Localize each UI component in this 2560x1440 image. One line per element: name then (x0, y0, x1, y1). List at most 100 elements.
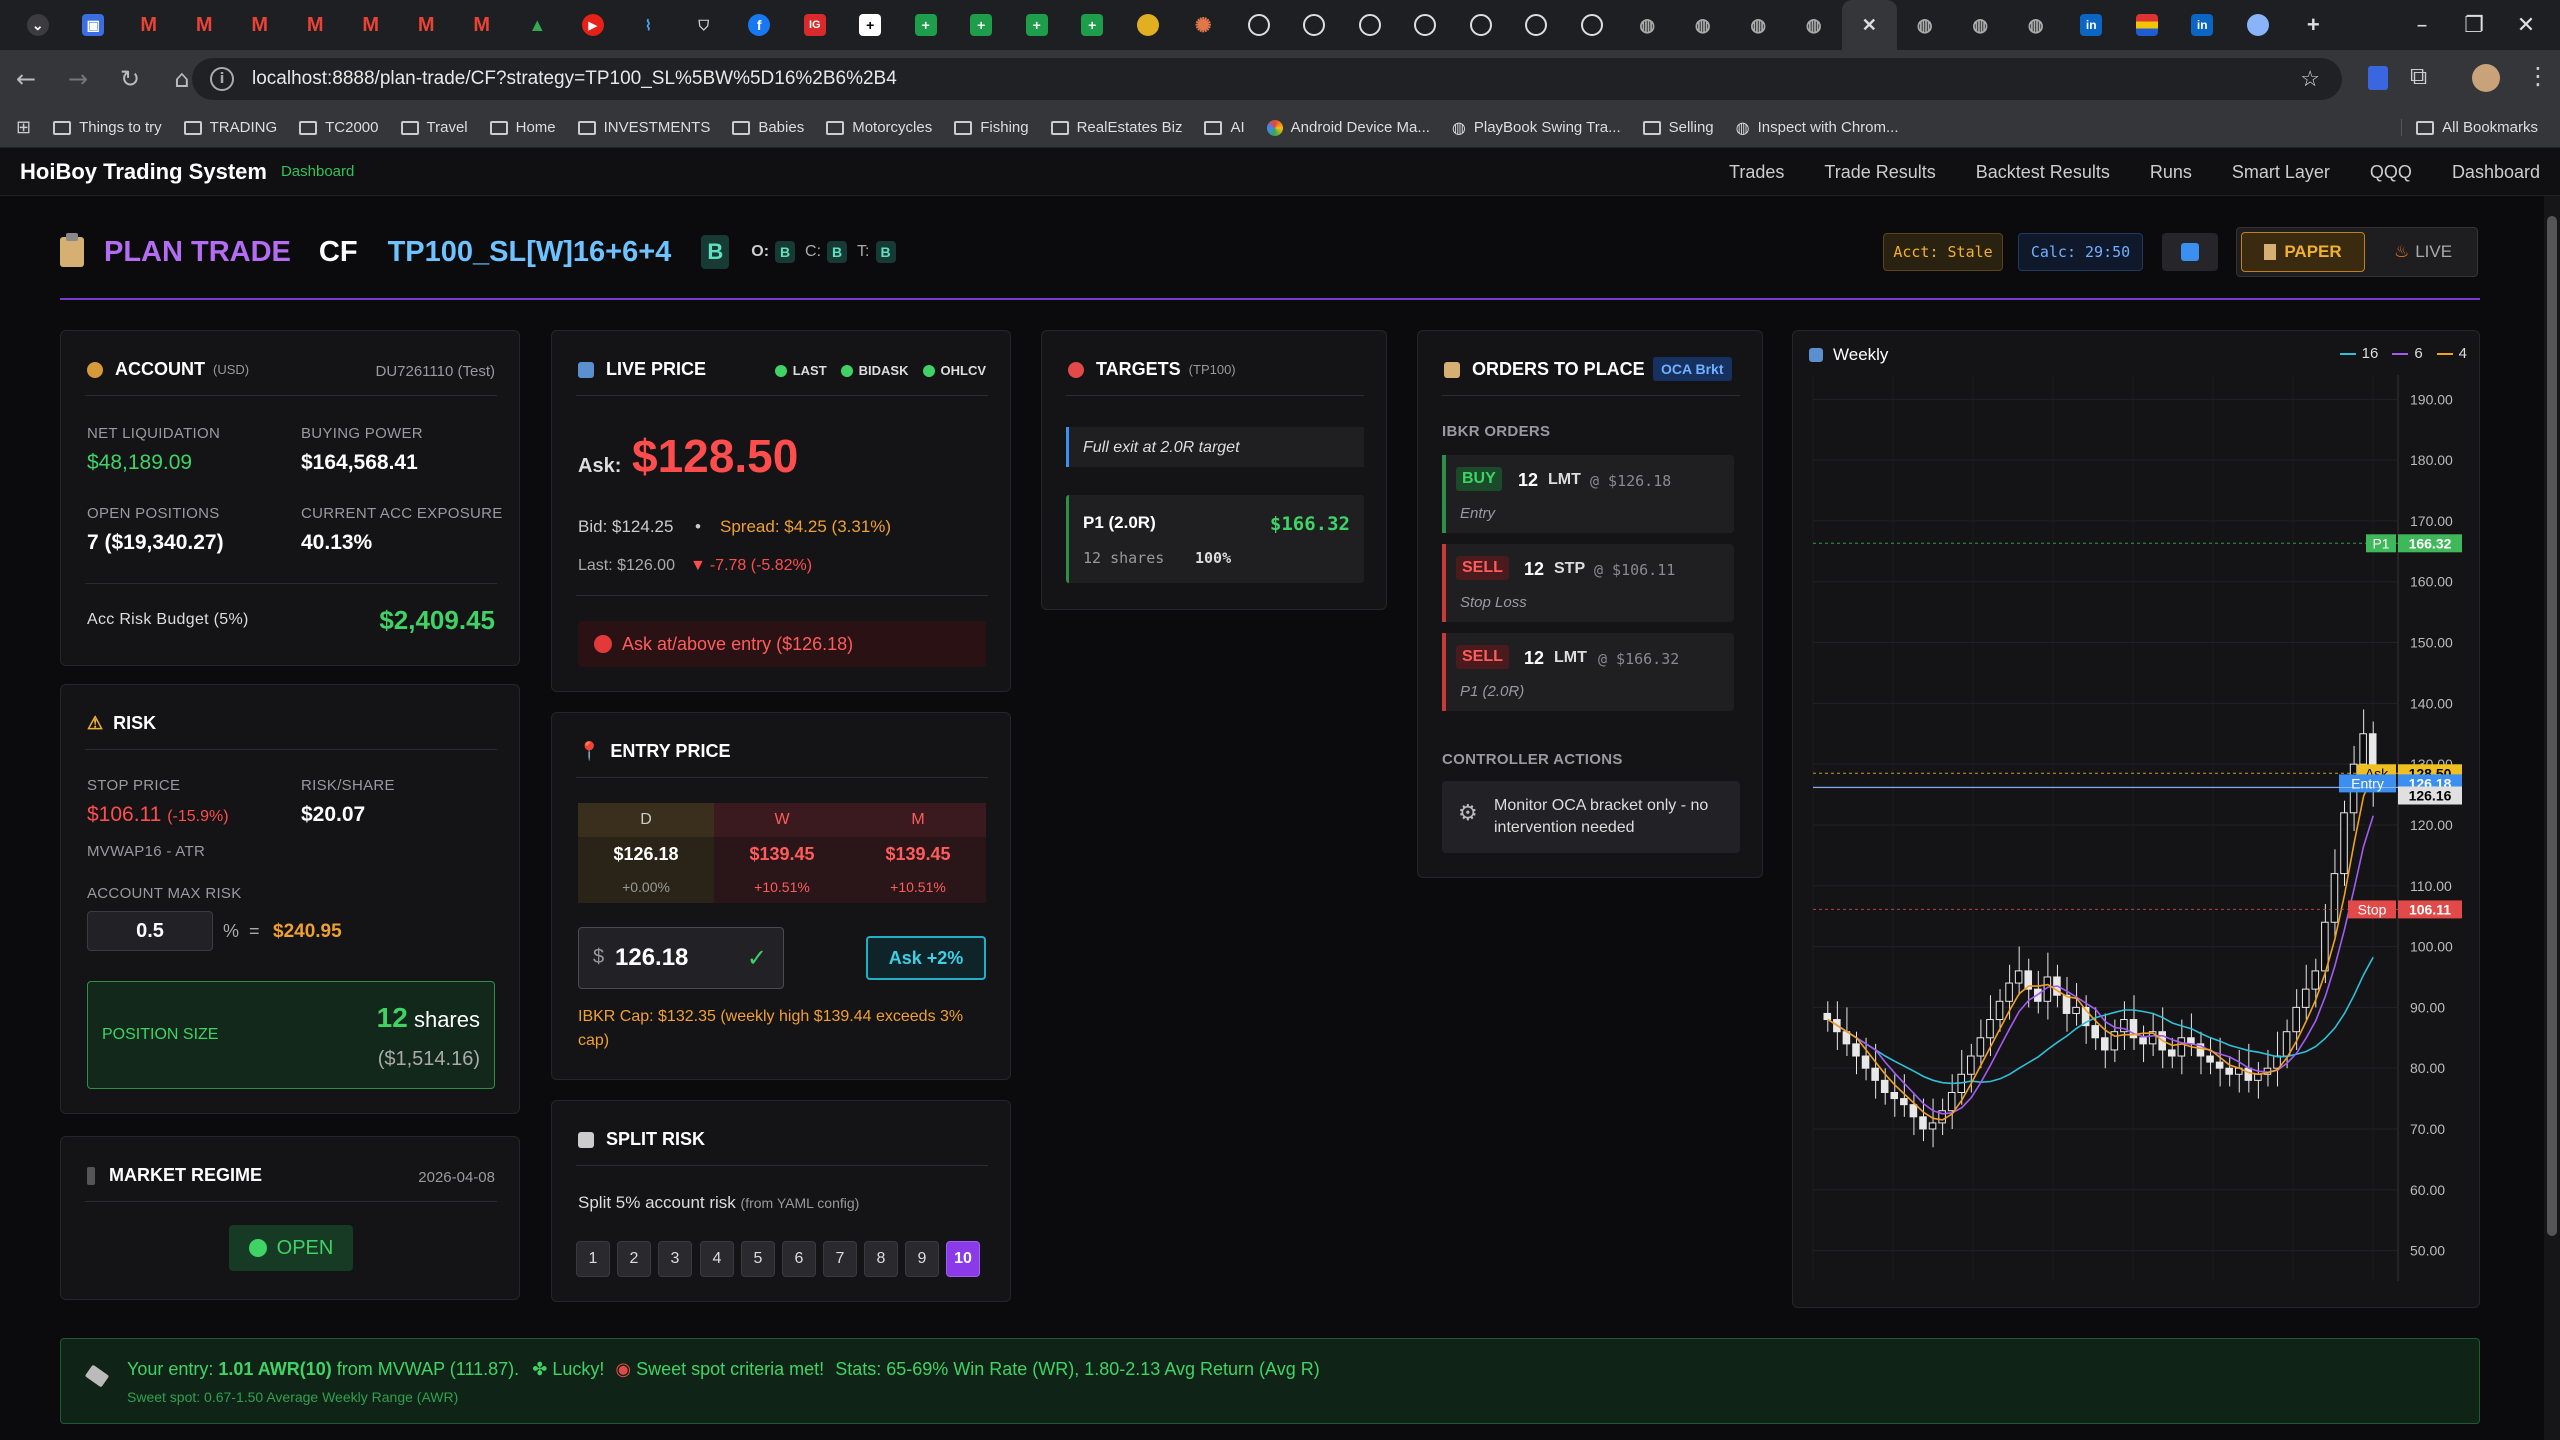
globe-tab[interactable]: ◍ (2008, 0, 2064, 50)
max-risk-input[interactable] (87, 911, 213, 951)
tf-col-weekly[interactable]: W $139.45 +10.51% (714, 803, 850, 903)
nav-smart-layer[interactable]: Smart Layer (2232, 162, 2330, 183)
bookmark-link[interactable]: Android Device Ma... (1266, 119, 1430, 136)
bookmark-folder[interactable]: Motorcycles (826, 119, 932, 136)
split-button-9[interactable]: 9 (905, 1241, 939, 1277)
coin-tab[interactable] (1120, 0, 1176, 50)
bookmark-folder[interactable]: Home (489, 119, 556, 136)
new-tab-button[interactable]: + (2286, 0, 2342, 50)
ask-plus-2-button[interactable]: Ask +2% (866, 936, 986, 980)
gmail-tab[interactable]: M (232, 0, 288, 50)
linkedin-tab[interactable]: in (2175, 0, 2231, 50)
ig-tab[interactable]: IG (787, 0, 843, 50)
github-tab[interactable] (1453, 0, 1509, 50)
tf-col-monthly[interactable]: M $139.45 +10.51% (850, 803, 986, 903)
github-tab[interactable] (1342, 0, 1398, 50)
bookmark-folder[interactable]: TRADING (183, 119, 277, 136)
shield-tab[interactable]: ⛉ (676, 0, 732, 50)
minimize-icon[interactable]: – (2392, 0, 2452, 50)
apps-icon[interactable]: ⊞ (16, 117, 31, 138)
github-tab[interactable] (1398, 0, 1454, 50)
plus-tab[interactable]: + (843, 0, 899, 50)
chart-tab[interactable]: ⌇ (621, 0, 677, 50)
gmail-tab[interactable]: M (399, 0, 455, 50)
gmail-tab[interactable]: M (343, 0, 399, 50)
split-button-7[interactable]: 7 (823, 1241, 857, 1277)
sheets-tab[interactable]: + (1009, 0, 1065, 50)
restore-icon[interactable]: ❐ (2444, 0, 2504, 50)
globe-tab[interactable]: ◍ (1675, 0, 1731, 50)
split-button-6[interactable]: 6 (782, 1241, 816, 1277)
live-button[interactable]: ♨ LIVE (2373, 232, 2473, 272)
nav-backtest-results[interactable]: Backtest Results (1976, 162, 2110, 183)
gmail-tab[interactable]: M (121, 0, 177, 50)
site-info-icon[interactable]: i (210, 67, 234, 91)
forward-icon[interactable]: → (52, 50, 104, 108)
brand-subtitle[interactable]: Dashboard (281, 163, 354, 180)
split-button-8[interactable]: 8 (864, 1241, 898, 1277)
sheets-tab[interactable]: + (954, 0, 1010, 50)
globe-tab[interactable]: ◍ (1620, 0, 1676, 50)
order-buy-entry[interactable]: BUY 12 LMT @ $126.18 Entry (1442, 455, 1734, 533)
refresh-button[interactable] (2162, 233, 2218, 271)
bookmark-folder[interactable]: Babies (732, 119, 804, 136)
reload-icon[interactable]: ↻ (104, 50, 156, 108)
globe-tab[interactable]: ◍ (1786, 0, 1842, 50)
paper-button[interactable]: PAPER (2241, 232, 2365, 272)
page-scrollbar[interactable] (2544, 196, 2560, 1440)
nav-trades[interactable]: Trades (1729, 162, 1784, 183)
tab-search-button[interactable]: ⌄ (10, 0, 66, 50)
tf-col-daily[interactable]: D $126.18 +0.00% (578, 803, 714, 903)
extensions-icon[interactable]: ⧉ (2410, 62, 2427, 90)
close-window-icon[interactable]: ✕ (2496, 0, 2556, 50)
bookmark-link[interactable]: ◍ PlayBook Swing Tra... (1452, 118, 1621, 137)
gmail-tab[interactable]: M (454, 0, 510, 50)
active-tab[interactable]: ✕ (1841, 0, 1897, 50)
bookmark-folder[interactable]: Travel (400, 119, 468, 136)
candlestick-chart[interactable]: 190.00180.00170.00160.00150.00140.00130.… (1793, 371, 2481, 1309)
claude-tab[interactable]: ✺ (1176, 0, 1232, 50)
github-tab[interactable] (1509, 0, 1565, 50)
nav-runs[interactable]: Runs (2150, 162, 2192, 183)
back-icon[interactable]: ← (0, 50, 52, 108)
nav-qqq[interactable]: QQQ (2370, 162, 2412, 183)
split-button-3[interactable]: 3 (658, 1241, 692, 1277)
github-tab[interactable] (1287, 0, 1343, 50)
split-button-2[interactable]: 2 (617, 1241, 651, 1277)
url-field[interactable]: i localhost:8888/plan-trade/CF?strategy=… (192, 58, 2342, 100)
youtube-tab[interactable]: ▶ (565, 0, 621, 50)
bookmark-folder[interactable]: TC2000 (299, 119, 379, 136)
split-button-1[interactable]: 1 (576, 1241, 610, 1277)
globe-tab[interactable]: ◍ (1731, 0, 1787, 50)
bookmark-star-icon[interactable]: ☆ (2300, 66, 2320, 92)
sheets-tab[interactable]: + (898, 0, 954, 50)
nav-dashboard[interactable]: Dashboard (2452, 162, 2540, 183)
bookmark-folder[interactable]: Selling (1642, 119, 1714, 136)
entry-price-input[interactable]: $ 126.18 ✓ (578, 927, 784, 989)
split-button-5[interactable]: 5 (741, 1241, 775, 1277)
linkedin-tab[interactable]: in (2064, 0, 2120, 50)
gmail-tab[interactable]: M (177, 0, 233, 50)
bookmark-folder[interactable]: Things to try (53, 119, 162, 136)
target-p1[interactable]: P1 (2.0R) $166.32 12 shares 100% (1066, 495, 1364, 583)
nav-trade-results[interactable]: Trade Results (1824, 162, 1935, 183)
globe-tab[interactable]: ◍ (1897, 0, 1953, 50)
bookmark-folder[interactable]: INVESTMENTS (577, 119, 710, 136)
menu-icon[interactable]: ⋮ (2526, 62, 2550, 90)
bookmark-folder[interactable]: Fishing (954, 119, 1029, 136)
gmail-tab[interactable]: M (288, 0, 344, 50)
github-tab[interactable] (1231, 0, 1287, 50)
order-sell-stop[interactable]: SELL 12 STP @ $106.11 Stop Loss (1442, 544, 1734, 622)
all-bookmarks[interactable]: All Bookmarks (2401, 119, 2538, 136)
split-button-4[interactable]: 4 (700, 1241, 734, 1277)
github-tab[interactable] (1564, 0, 1620, 50)
bookmark-link[interactable]: ◍ Inspect with Chrom... (1736, 118, 1899, 137)
browser-tab[interactable]: ▣ (66, 0, 122, 50)
bookmark-folder[interactable]: RealEstates Biz (1050, 119, 1182, 136)
sheets-tab[interactable]: + (1065, 0, 1121, 50)
flag-tab[interactable] (2119, 0, 2175, 50)
facebook-tab[interactable]: f (732, 0, 788, 50)
extension-shield-icon[interactable] (2368, 66, 2388, 90)
chrome-tab[interactable] (2230, 0, 2286, 50)
bookmark-folder[interactable]: AI (1204, 119, 1245, 136)
